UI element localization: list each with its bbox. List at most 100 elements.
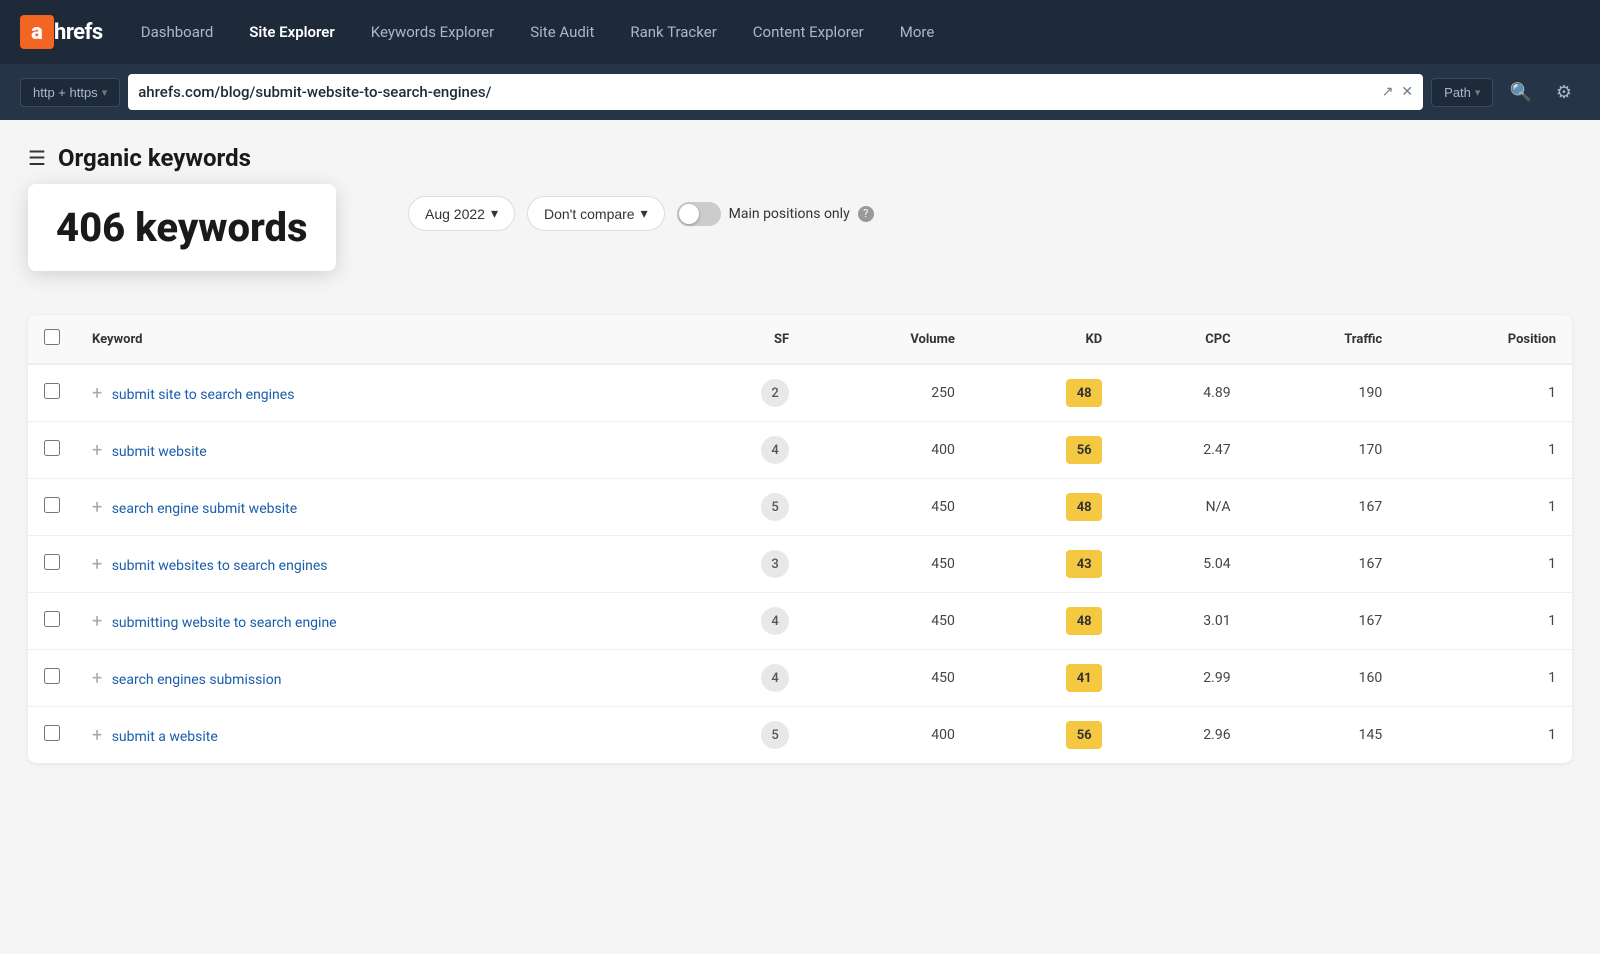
path-selector[interactable]: Path ▾ bbox=[1431, 78, 1493, 107]
row-check-cell bbox=[28, 422, 76, 479]
kd-badge: 43 bbox=[1066, 550, 1102, 578]
nav-item-keywords-explorer[interactable]: Keywords Explorer bbox=[357, 15, 508, 49]
row-check-cell bbox=[28, 364, 76, 422]
row-sf-cell: 2 bbox=[675, 364, 805, 422]
row-volume-cell: 250 bbox=[805, 364, 971, 422]
sf-badge: 4 bbox=[761, 607, 789, 635]
row-checkbox-5[interactable] bbox=[44, 668, 60, 684]
row-position-cell: 1 bbox=[1398, 364, 1572, 422]
add-keyword-icon[interactable]: + bbox=[92, 611, 102, 632]
compare-selector[interactable]: Don't compare ▾ bbox=[527, 196, 665, 231]
col-header-cpc[interactable]: CPC bbox=[1118, 315, 1246, 364]
row-checkbox-1[interactable] bbox=[44, 440, 60, 456]
page-title: Organic keywords bbox=[58, 144, 251, 172]
col-header-kd[interactable]: KD bbox=[971, 315, 1118, 364]
row-traffic-cell: 190 bbox=[1247, 364, 1399, 422]
col-header-sf[interactable]: SF bbox=[675, 315, 805, 364]
row-keyword-cell: + submit websites to search engines bbox=[76, 536, 675, 593]
table-row: + submit site to search engines 2 250 48… bbox=[28, 364, 1572, 422]
chevron-down-icon: ▾ bbox=[1475, 86, 1481, 99]
sf-badge: 3 bbox=[761, 550, 789, 578]
keyword-link[interactable]: search engines submission bbox=[112, 672, 282, 688]
chevron-down-icon: ▾ bbox=[102, 86, 108, 99]
compare-label: Don't compare bbox=[544, 206, 635, 222]
add-keyword-icon[interactable]: + bbox=[92, 440, 102, 461]
row-cpc-cell: 3.01 bbox=[1118, 593, 1246, 650]
close-icon[interactable]: ✕ bbox=[1401, 84, 1413, 100]
nav-item-dashboard[interactable]: Dashboard bbox=[127, 15, 228, 49]
table-row: + search engine submit website 5 450 48 … bbox=[28, 479, 1572, 536]
col-header-volume[interactable]: Volume bbox=[805, 315, 971, 364]
settings-button[interactable]: ⚙ bbox=[1548, 78, 1580, 107]
row-traffic-cell: 167 bbox=[1247, 593, 1399, 650]
add-keyword-icon[interactable]: + bbox=[92, 668, 102, 689]
row-volume-cell: 450 bbox=[805, 479, 971, 536]
top-navigation: a hrefs Dashboard Site Explorer Keywords… bbox=[0, 0, 1600, 64]
nav-item-content-explorer[interactable]: Content Explorer bbox=[739, 15, 878, 49]
add-keyword-icon[interactable]: + bbox=[92, 554, 102, 575]
row-sf-cell: 4 bbox=[675, 422, 805, 479]
date-selector[interactable]: Aug 2022 ▾ bbox=[408, 196, 515, 231]
keyword-link[interactable]: submit website bbox=[112, 444, 207, 460]
kd-badge: 56 bbox=[1066, 721, 1102, 749]
row-volume-cell: 400 bbox=[805, 707, 971, 764]
keyword-link[interactable]: submit site to search engines bbox=[112, 387, 295, 403]
row-traffic-cell: 170 bbox=[1247, 422, 1399, 479]
col-header-keyword[interactable]: Keyword bbox=[76, 315, 675, 364]
main-content: ☰ Organic keywords 406 keywords Aug 2022… bbox=[0, 120, 1600, 954]
nav-item-site-audit[interactable]: Site Audit bbox=[516, 15, 608, 49]
row-checkbox-4[interactable] bbox=[44, 611, 60, 627]
row-position-cell: 1 bbox=[1398, 650, 1572, 707]
row-position-cell: 1 bbox=[1398, 707, 1572, 764]
row-checkbox-0[interactable] bbox=[44, 383, 60, 399]
table-row: + submit website 4 400 56 2.47 170 1 bbox=[28, 422, 1572, 479]
row-traffic-cell: 167 bbox=[1247, 479, 1399, 536]
row-sf-cell: 5 bbox=[675, 707, 805, 764]
url-display[interactable]: ahrefs.com/blog/submit-website-to-search… bbox=[138, 83, 1373, 101]
row-checkbox-2[interactable] bbox=[44, 497, 60, 513]
add-keyword-icon[interactable]: + bbox=[92, 725, 102, 746]
keyword-link[interactable]: submitting website to search engine bbox=[112, 615, 337, 631]
protocol-selector[interactable]: http + https ▾ bbox=[20, 78, 120, 107]
external-link-icon[interactable]: ↗ bbox=[1382, 84, 1394, 100]
keyword-link[interactable]: search engine submit website bbox=[112, 501, 297, 517]
keywords-count-value: 406 keywords bbox=[56, 204, 308, 251]
select-all-checkbox[interactable] bbox=[44, 329, 60, 345]
row-position-cell: 1 bbox=[1398, 536, 1572, 593]
row-check-cell bbox=[28, 707, 76, 764]
col-header-traffic[interactable]: Traffic bbox=[1247, 315, 1399, 364]
row-traffic-cell: 145 bbox=[1247, 707, 1399, 764]
row-keyword-cell: + submit site to search engines bbox=[76, 364, 675, 422]
keyword-link[interactable]: submit a website bbox=[112, 729, 218, 745]
col-header-position[interactable]: Position bbox=[1398, 315, 1572, 364]
row-position-cell: 1 bbox=[1398, 422, 1572, 479]
row-kd-cell: 56 bbox=[971, 707, 1118, 764]
table-row: + search engines submission 4 450 41 2.9… bbox=[28, 650, 1572, 707]
row-kd-cell: 43 bbox=[971, 536, 1118, 593]
row-sf-cell: 4 bbox=[675, 650, 805, 707]
row-kd-cell: 41 bbox=[971, 650, 1118, 707]
menu-icon[interactable]: ☰ bbox=[28, 146, 46, 170]
row-cpc-cell: 2.47 bbox=[1118, 422, 1246, 479]
sf-badge: 5 bbox=[761, 493, 789, 521]
logo[interactable]: a hrefs bbox=[20, 15, 103, 49]
kd-badge: 56 bbox=[1066, 436, 1102, 464]
add-keyword-icon[interactable]: + bbox=[92, 383, 102, 404]
nav-item-site-explorer[interactable]: Site Explorer bbox=[235, 15, 349, 49]
help-icon[interactable]: ? bbox=[858, 206, 874, 222]
sf-badge: 2 bbox=[761, 379, 789, 407]
row-keyword-cell: + search engine submit website bbox=[76, 479, 675, 536]
search-button[interactable]: 🔍 bbox=[1501, 78, 1539, 107]
row-checkbox-3[interactable] bbox=[44, 554, 60, 570]
row-cpc-cell: N/A bbox=[1118, 479, 1246, 536]
add-keyword-icon[interactable]: + bbox=[92, 497, 102, 518]
nav-item-rank-tracker[interactable]: Rank Tracker bbox=[616, 15, 730, 49]
keyword-link[interactable]: submit websites to search engines bbox=[112, 558, 328, 574]
toggle-knob bbox=[679, 204, 699, 224]
sf-badge: 4 bbox=[761, 436, 789, 464]
col-header-check bbox=[28, 315, 76, 364]
main-positions-toggle[interactable] bbox=[677, 202, 721, 226]
row-checkbox-6[interactable] bbox=[44, 725, 60, 741]
nav-item-more[interactable]: More bbox=[886, 15, 949, 49]
row-traffic-cell: 167 bbox=[1247, 536, 1399, 593]
